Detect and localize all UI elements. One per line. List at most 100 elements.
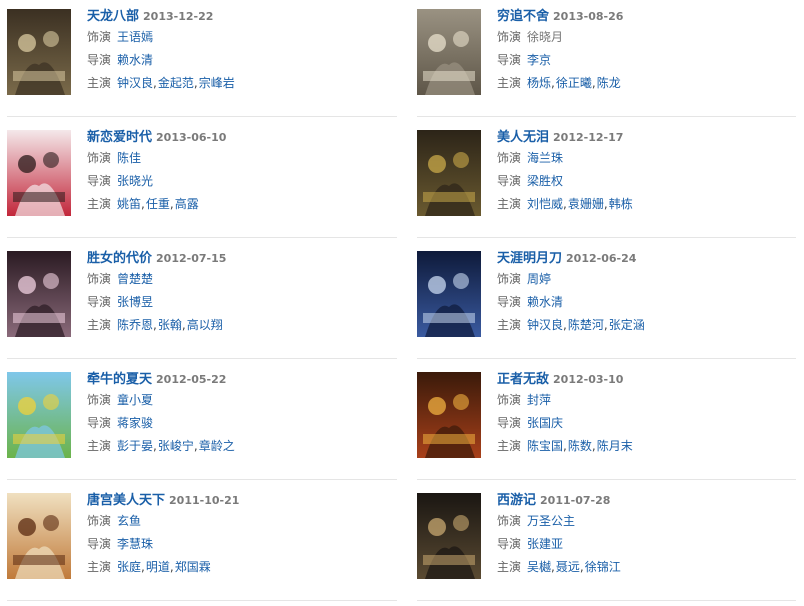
drama-info: 唐宫美人天下 2011-10-21 饰演 玄鱼 导演 李慧珠 主演 张庭,明道,郑国霖: [87, 488, 239, 579]
director-row: 导演 张建亚: [497, 533, 621, 556]
cast-member-link[interactable]: 刘恺威: [527, 197, 563, 211]
poster-image[interactable]: [7, 9, 71, 95]
cast-member-link[interactable]: 张庭: [117, 560, 141, 574]
poster-image[interactable]: [7, 493, 71, 579]
poster-image[interactable]: [7, 130, 71, 216]
title-line: 新恋爱时代 2013-06-10: [87, 125, 226, 147]
cast-member-link[interactable]: 陈乔恩: [117, 318, 153, 332]
cast-member-link[interactable]: 袁姗姗: [568, 197, 604, 211]
cast-member-link[interactable]: 陈龙: [597, 76, 621, 90]
drama-item: 穷追不舍 2013-08-26 饰演 徐晓月 导演 李京 主演 杨烁,徐正曦,陈龙: [417, 4, 804, 118]
drama-item: 胜女的代价 2012-07-15 饰演 曾楚楚 导演 张博昱 主演 陈乔恩,张翰,高以翔: [7, 246, 397, 360]
poster-image[interactable]: [417, 372, 481, 458]
cast-member-link[interactable]: 杨烁: [527, 76, 551, 90]
drama-title-link[interactable]: 穷追不舍: [497, 9, 549, 24]
cast-member-link[interactable]: 徐锦江: [585, 560, 621, 574]
role-label: 饰演: [87, 151, 112, 165]
cast-separator: ,: [193, 76, 198, 90]
director-link[interactable]: 赖水清: [527, 295, 563, 309]
cast-member-link[interactable]: 陈数: [568, 439, 592, 453]
cast-row: 主演 杨烁,徐正曦,陈龙: [497, 72, 623, 95]
cast-member-link[interactable]: 宗峰岩: [199, 76, 235, 90]
cast-member-link[interactable]: 张峻宁: [158, 439, 194, 453]
role-name[interactable]: 周婷: [527, 272, 551, 286]
cast-member-link[interactable]: 陈楚河: [568, 318, 604, 332]
drama-info: 天涯明月刀 2012-06-24 饰演 周婷 导演 赖水清 主演 钟汉良,陈楚河,张定涵: [497, 246, 645, 337]
cast-member-link[interactable]: 聂远: [556, 560, 580, 574]
director-link[interactable]: 张博昱: [117, 295, 153, 309]
cast-label: 主演: [87, 318, 112, 332]
cast-member-link[interactable]: 韩栋: [609, 197, 633, 211]
director-link[interactable]: 张晓光: [117, 174, 153, 188]
cast-member-link[interactable]: 徐正曦: [556, 76, 592, 90]
drama-info: 胜女的代价 2012-07-15 饰演 曾楚楚 导演 张博昱 主演 陈乔恩,张翰,高以翔: [87, 246, 226, 337]
director-link[interactable]: 张国庆: [527, 416, 563, 430]
cast-separator: ,: [169, 560, 174, 574]
poster-image[interactable]: [417, 130, 481, 216]
director-row: 导演 赖水清: [497, 291, 645, 314]
role-name[interactable]: 封萍: [527, 393, 551, 407]
drama-title-link[interactable]: 天龙八部: [87, 9, 139, 24]
role-name[interactable]: 海兰珠: [527, 151, 563, 165]
role-name[interactable]: 王语嫣: [117, 30, 153, 44]
director-link[interactable]: 张建亚: [527, 537, 563, 551]
director-link[interactable]: 蒋家骏: [117, 416, 153, 430]
cast-separator: ,: [591, 76, 596, 90]
role-name[interactable]: 童小夏: [117, 393, 153, 407]
cast-member-link[interactable]: 陈宝国: [527, 439, 563, 453]
drama-item: 美人无泪 2012-12-17 饰演 海兰珠 导演 梁胜权 主演 刘恺威,袁姗姗,韩栋: [417, 125, 804, 239]
poster-image[interactable]: [417, 493, 481, 579]
cast-row: 主演 张庭,明道,郑国霖: [87, 556, 239, 579]
role-name[interactable]: 玄鱼: [117, 514, 141, 528]
drama-title-link[interactable]: 美人无泪: [497, 130, 549, 145]
cast-member-link[interactable]: 高露: [175, 197, 199, 211]
release-date: 2013-12-22: [143, 10, 214, 23]
drama-title-link[interactable]: 胜女的代价: [87, 251, 152, 266]
cast-member-link[interactable]: 吴樾: [527, 560, 551, 574]
drama-item: 西游记 2011-07-28 饰演 万圣公主 导演 张建亚 主演 吴樾,聂远,徐锦江: [417, 488, 804, 602]
director-link[interactable]: 李慧珠: [117, 537, 153, 551]
role-label: 饰演: [497, 151, 522, 165]
cast-member-link[interactable]: 姚笛: [117, 197, 141, 211]
director-link[interactable]: 赖水清: [117, 53, 153, 67]
poster-image[interactable]: [417, 251, 481, 337]
drama-title-link[interactable]: 天涯明月刀: [497, 251, 562, 266]
director-label: 导演: [497, 174, 522, 188]
poster-image[interactable]: [7, 251, 71, 337]
cast-member-link[interactable]: 金起范: [158, 76, 194, 90]
cast-separator: ,: [551, 76, 555, 90]
cast-member-link[interactable]: 陈月末: [597, 439, 633, 453]
title-line: 美人无泪 2012-12-17: [497, 125, 633, 147]
cast-member-link[interactable]: 郑国霖: [175, 560, 211, 574]
drama-title-link[interactable]: 西游记: [497, 493, 536, 508]
release-date: 2012-07-15: [156, 252, 227, 265]
drama-title-link[interactable]: 唐宫美人天下: [87, 493, 165, 508]
role-row: 饰演 童小夏: [87, 389, 235, 412]
role-row: 饰演 海兰珠: [497, 147, 633, 170]
cast-member-link[interactable]: 钟汉良: [527, 318, 563, 332]
cast-member-link[interactable]: 张翰: [158, 318, 182, 332]
role-name: 徐晓月: [527, 30, 564, 44]
cast-member-link[interactable]: 张定涵: [609, 318, 645, 332]
cast-separator: ,: [591, 439, 596, 453]
director-link[interactable]: 李京: [527, 53, 551, 67]
cast-member-link[interactable]: 明道: [146, 560, 170, 574]
director-row: 导演 张晓光: [87, 170, 226, 193]
poster-image[interactable]: [417, 9, 481, 95]
cast-member-link[interactable]: 章龄之: [199, 439, 235, 453]
cast-separator: ,: [603, 197, 608, 211]
cast-member-link[interactable]: 钟汉良: [117, 76, 153, 90]
drama-title-link[interactable]: 牵牛的夏天: [87, 372, 152, 387]
poster-image[interactable]: [7, 372, 71, 458]
role-name[interactable]: 陈佳: [117, 151, 141, 165]
drama-title-link[interactable]: 新恋爱时代: [87, 130, 152, 145]
cast-separator: ,: [153, 76, 157, 90]
cast-member-link[interactable]: 彭于晏: [117, 439, 153, 453]
director-link[interactable]: 梁胜权: [527, 174, 563, 188]
cast-member-link[interactable]: 任重: [146, 197, 170, 211]
role-label: 饰演: [497, 272, 522, 286]
cast-member-link[interactable]: 高以翔: [187, 318, 223, 332]
role-name[interactable]: 曾楚楚: [117, 272, 153, 286]
drama-title-link[interactable]: 正者无敌: [497, 372, 549, 387]
role-name[interactable]: 万圣公主: [527, 514, 575, 528]
